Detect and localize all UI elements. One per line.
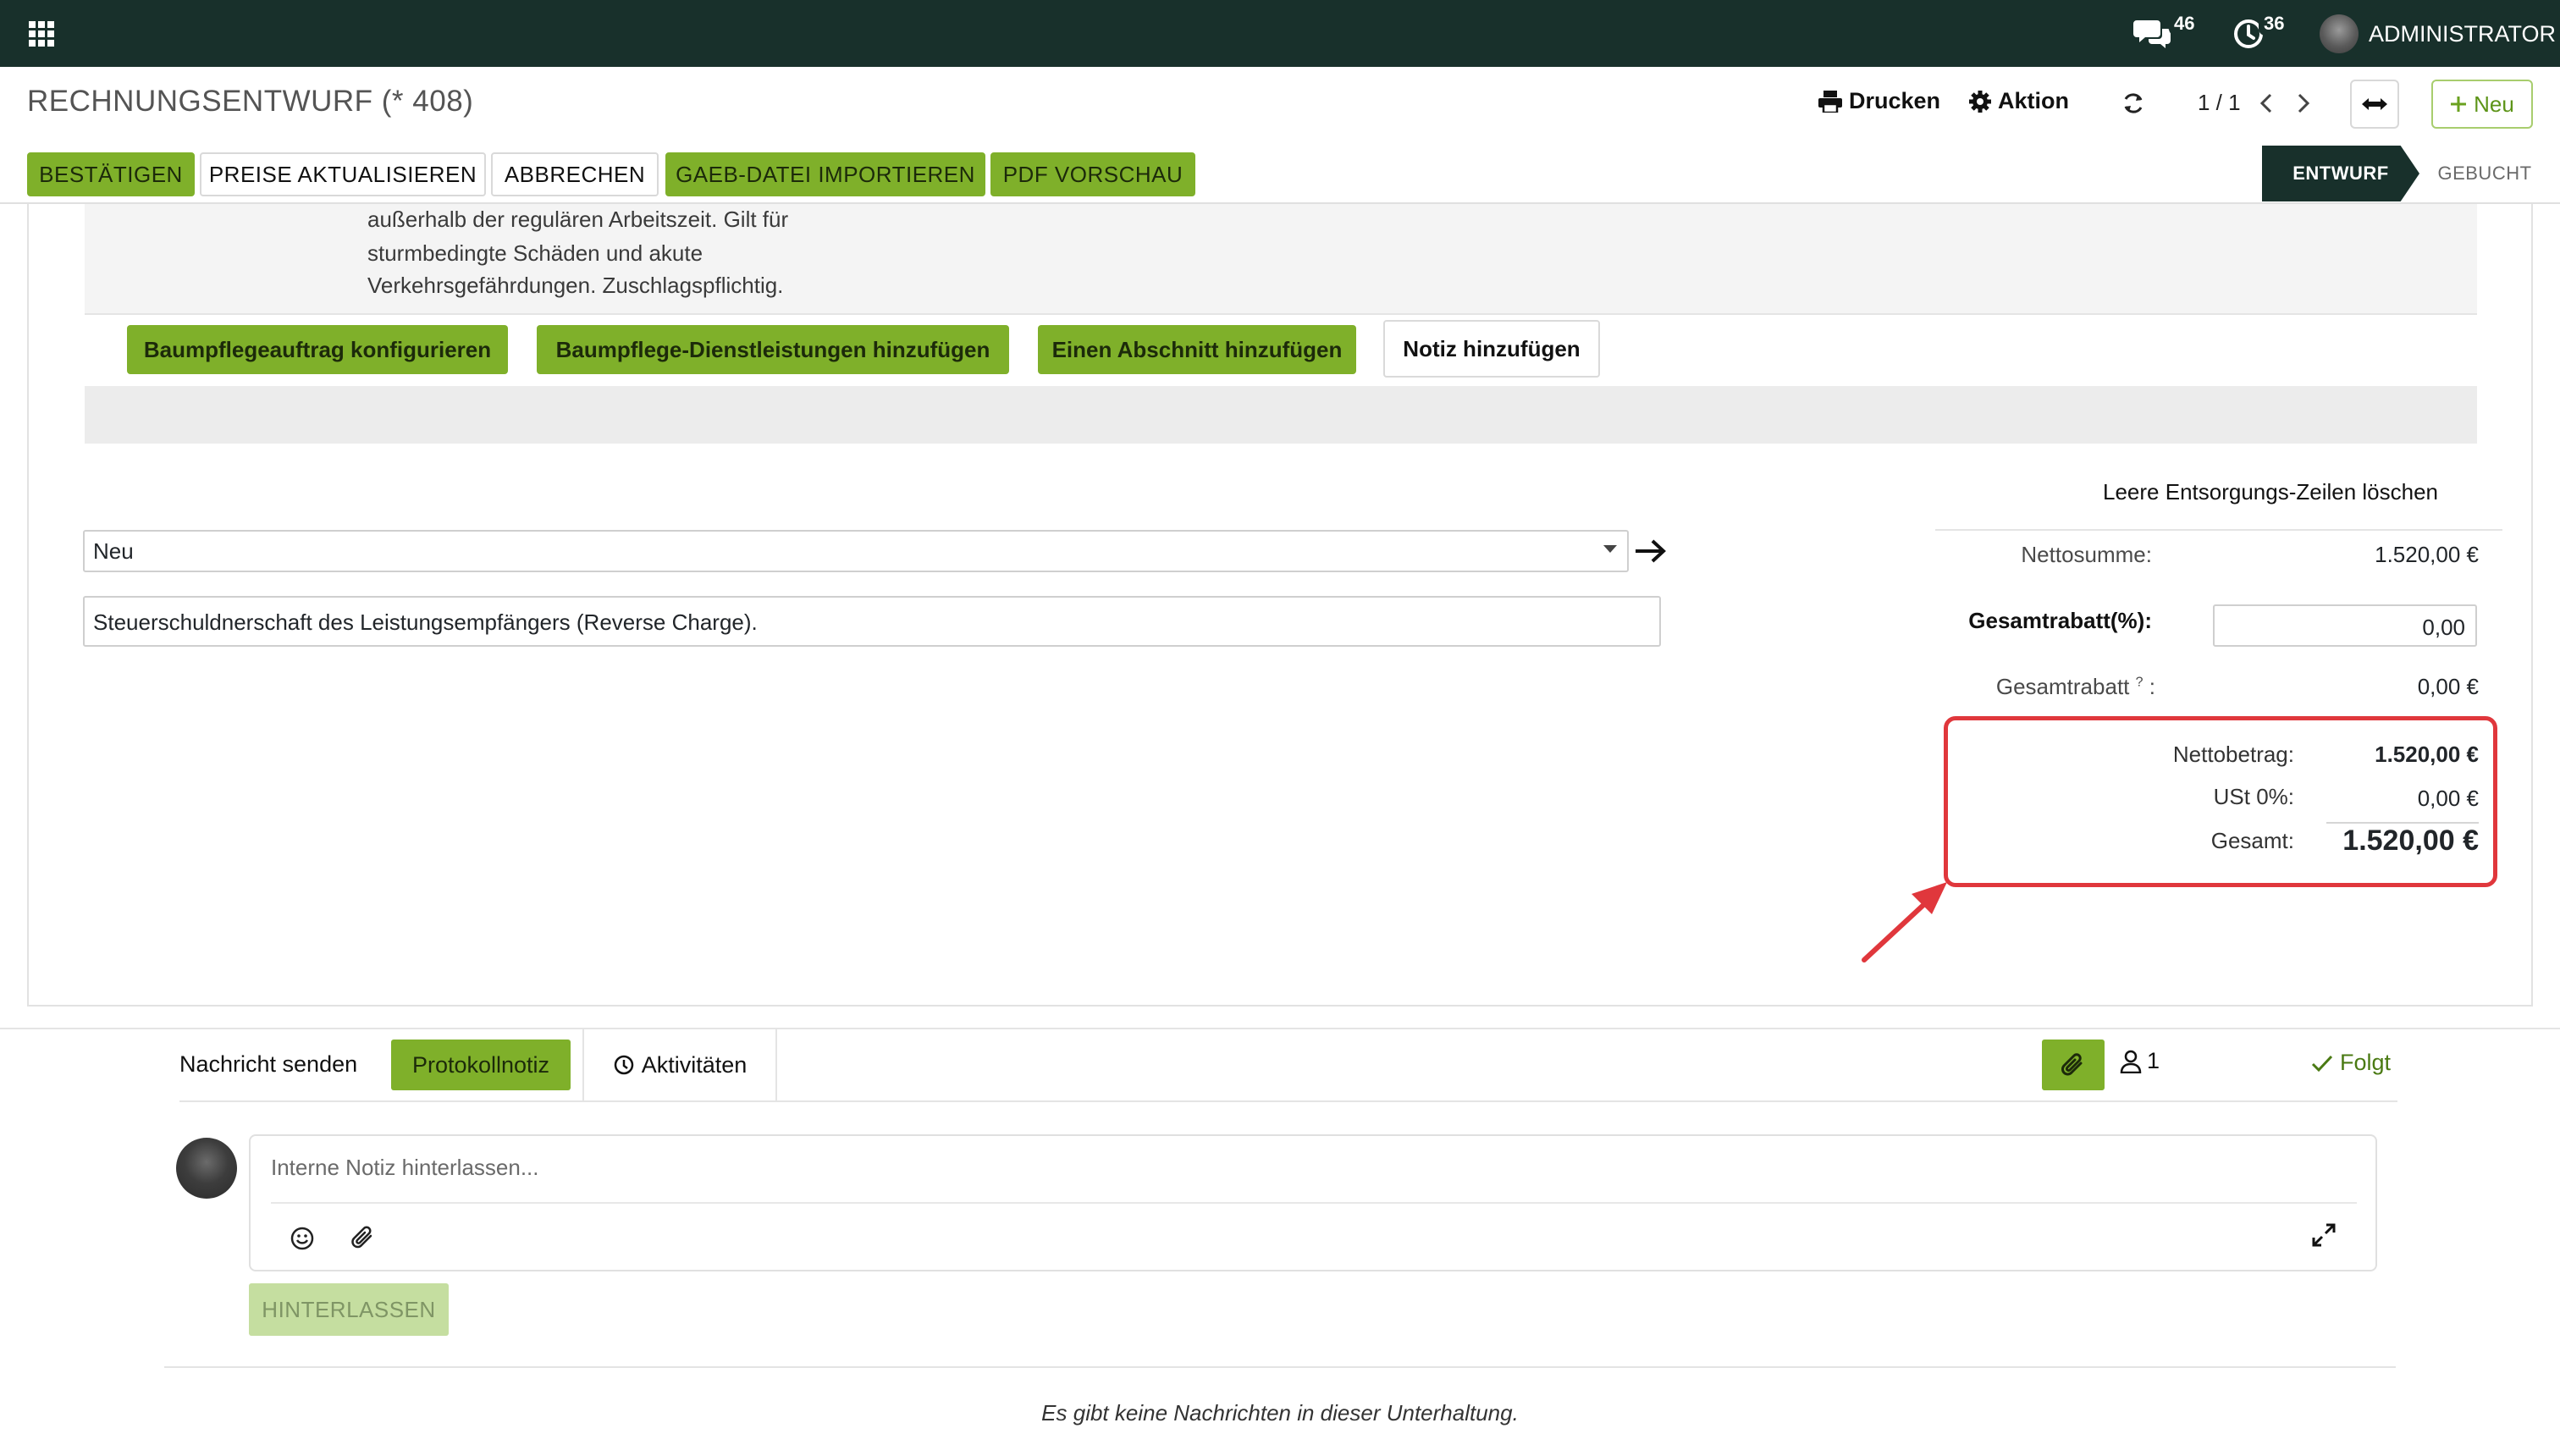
- new-label: Neu: [2474, 91, 2514, 117]
- user-menu[interactable]: ADMINISTRATOR: [2320, 14, 2556, 54]
- pdf-preview-button[interactable]: PDF VORSCHAU: [990, 152, 1195, 196]
- empty-conversation-message: Es gibt keine Nachrichten in dieser Unte…: [1041, 1400, 1519, 1426]
- discount-value: 0,00 €: [2417, 674, 2479, 699]
- payment-terms-value: Neu: [93, 538, 134, 564]
- followers-count: 1: [2147, 1048, 2160, 1073]
- confirm-button[interactable]: BESTÄTIGEN: [27, 152, 195, 196]
- pager-value: 1 / 1: [2198, 90, 2241, 115]
- status-draft[interactable]: ENTWURF: [2262, 146, 2419, 201]
- action-button[interactable]: Aktion: [1969, 88, 2069, 114]
- gear-icon: [1969, 90, 1991, 113]
- user-icon: [2120, 1050, 2142, 1073]
- apps-grid-icon[interactable]: [29, 21, 54, 47]
- add-tree-care-services-button[interactable]: Baumpflege-Dienstleistungen hinzufügen: [537, 325, 1009, 374]
- row-divider: [85, 313, 2477, 315]
- net-sum-label: Nettosumme:: [2021, 542, 2152, 567]
- add-section-button[interactable]: Einen Abschnitt hinzufügen: [1038, 325, 1356, 374]
- reverse-charge-note[interactable]: Steuerschuldnerschaft des Leistungsempfä…: [83, 596, 1661, 647]
- fullscreen-icon[interactable]: [2311, 1222, 2337, 1248]
- printer-icon: [1818, 90, 1842, 113]
- print-label: Drucken: [1849, 88, 1941, 113]
- chevron-right-icon[interactable]: [2292, 91, 2313, 115]
- avatar: [176, 1138, 237, 1199]
- new-record-button[interactable]: Neu: [2431, 80, 2533, 129]
- vat-value: 0,00 €: [2417, 786, 2479, 811]
- total-label: Gesamt:: [2210, 828, 2294, 853]
- check-icon: [2311, 1055, 2333, 1072]
- add-note-button[interactable]: Notiz hinzufügen: [1383, 320, 1600, 378]
- toggle-width-button[interactable]: [2350, 80, 2399, 129]
- clock-icon: [614, 1055, 633, 1075]
- refresh-icon[interactable]: [2121, 91, 2145, 115]
- expand-arrows-icon: [2362, 98, 2387, 110]
- discount-label-text: Gesamtrabatt: [1995, 674, 2130, 699]
- messages-divider: [164, 1366, 2396, 1368]
- chevron-left-icon[interactable]: [2257, 91, 2277, 115]
- follow-button[interactable]: Folgt: [2311, 1050, 2391, 1076]
- breadcrumb: RECHNUNGSENTWURF (* 408): [27, 85, 474, 118]
- import-gaeb-button[interactable]: GAEB-DATEI IMPORTIEREN: [665, 152, 985, 196]
- total-value: 1.520,00 €: [2342, 825, 2479, 857]
- action-label: Aktion: [1998, 88, 2069, 113]
- send-message-tab[interactable]: Nachricht senden: [179, 1051, 357, 1078]
- chatter-divider: [0, 1028, 2560, 1029]
- line-description-3: Verkehrsgefährdungen. Zuschlagspflichtig…: [367, 273, 784, 298]
- discount-percent-input[interactable]: 0,00: [2213, 604, 2477, 647]
- vat-label: USt 0%:: [2213, 784, 2294, 809]
- smiley-icon[interactable]: [290, 1226, 315, 1251]
- follow-state-label: Folgt: [2340, 1050, 2392, 1075]
- chat-icon: [2133, 20, 2171, 48]
- composer-divider: [271, 1202, 2357, 1204]
- annotation-arrow: [1862, 882, 1947, 962]
- arrow-right-icon[interactable]: [1634, 537, 1668, 565]
- totals-divider: [1935, 529, 2502, 531]
- discount-percent-label: Gesamtrabatt(%):: [1968, 608, 2152, 633]
- line-description-2: sturmbedingte Schäden und akute: [367, 240, 703, 266]
- discount-label: Gesamtrabatt ? :: [1935, 674, 2155, 700]
- activities-count-badge: 36: [2259, 12, 2290, 36]
- messages-count-badge: 46: [2169, 12, 2200, 36]
- followers-button[interactable]: 1: [2120, 1048, 2160, 1074]
- total-divider: [2326, 822, 2479, 824]
- cancel-button[interactable]: ABBRECHEN: [491, 152, 659, 196]
- caret-down-icon: [1603, 545, 1617, 553]
- payment-terms-select[interactable]: Neu: [83, 530, 1629, 572]
- chatter-tab-divider: [179, 1100, 2397, 1102]
- attachments-button[interactable]: [2042, 1040, 2105, 1090]
- net-amount-value: 1.520,00 €: [2375, 742, 2479, 767]
- plus-icon: [2451, 97, 2467, 112]
- activities-label: Aktivitäten: [641, 1051, 748, 1078]
- user-avatar: [2320, 14, 2359, 53]
- update-prices-button[interactable]: PREISE AKTUALISIEREN: [200, 152, 486, 196]
- configure-tree-care-button[interactable]: Baumpflegeauftrag konfigurieren: [127, 325, 508, 374]
- discount-label-colon: :: [2149, 674, 2155, 699]
- log-note-tab[interactable]: Protokollnotiz: [391, 1040, 571, 1090]
- user-name: ADMINISTRATOR: [2369, 20, 2557, 47]
- status-posted[interactable]: GEBUCHT: [2430, 146, 2540, 201]
- paperclip-icon[interactable]: [350, 1224, 376, 1251]
- paperclip-icon: [2061, 1053, 2083, 1076]
- net-sum-value: 1.520,00 €: [2375, 542, 2479, 567]
- line-description-1: außerhalb der regulären Arbeitszeit. Gil…: [367, 207, 789, 232]
- net-amount-label: Nettobetrag:: [2172, 742, 2294, 767]
- discount-help-tooltip[interactable]: ?: [2136, 675, 2143, 689]
- messages-menu[interactable]: [2133, 14, 2172, 54]
- clear-disposal-lines-link[interactable]: Leere Entsorgungs-Zeilen löschen: [2103, 479, 2438, 505]
- composer-input[interactable]: Interne Notiz hinterlassen...: [271, 1155, 539, 1181]
- lines-footer-band: [85, 386, 2477, 444]
- post-note-button[interactable]: HINTERLASSEN: [249, 1283, 449, 1336]
- print-button[interactable]: Drucken: [1818, 88, 1940, 114]
- activities-tab[interactable]: Aktivitäten: [582, 1029, 777, 1100]
